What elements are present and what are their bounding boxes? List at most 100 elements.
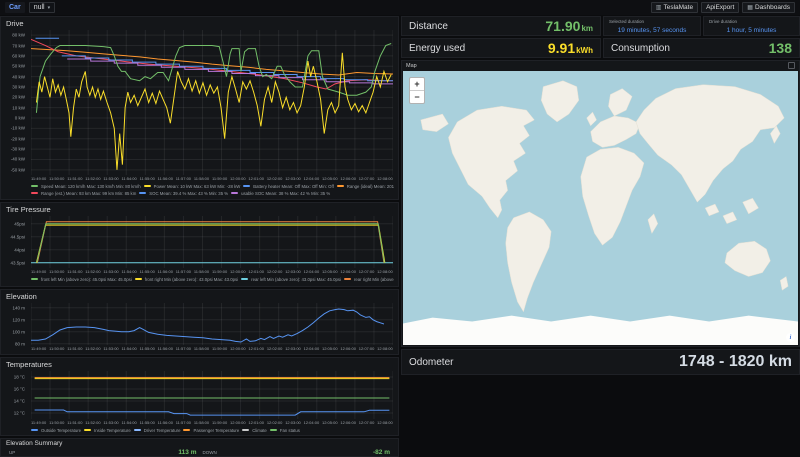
y-axis-label: 30 kW [12,84,25,89]
x-axis-label: 11:52:00 [85,346,100,352]
legend-label[interactable]: Driver Temperature [144,428,181,433]
x-axis-label: 12:02:00 [267,269,283,275]
x-axis-label: 11:57:00 [176,420,191,426]
distance-panel: Distance 71.90km [401,16,601,36]
elevation-plot[interactable] [31,303,393,345]
y-axis-label: 80 kW [12,33,25,38]
drive-panel-title[interactable]: Drive [1,17,398,29]
x-axis-label: 11:59:00 [212,420,227,426]
map-canvas[interactable]: + − i [403,71,798,345]
teslamate-icon: ▥ [656,4,662,11]
legend-label[interactable]: Range (est.) Mean: 93 km Max: 99 km Min:… [41,191,136,196]
temperatures-plot[interactable] [31,371,393,419]
odometer-title[interactable]: Odometer [409,357,453,368]
temperatures-panel-title[interactable]: Temperatures [1,358,398,370]
drive-x-axis: 11:49:0011:50:0011:51:0011:52:0011:53:00… [31,176,393,182]
x-axis-label: 12:05:00 [322,176,338,182]
x-axis-label: 11:53:00 [103,420,118,426]
drive-plot[interactable] [31,30,393,175]
legend-label[interactable]: Speed Mean: 120 km/h Max: 130 km/h Min: … [41,184,141,189]
zoom-in-button[interactable]: + [410,78,424,90]
elevation-down-value: -82 m [373,449,390,456]
elevation-summary-title[interactable]: Elevation Summary [1,439,398,448]
distance-title[interactable]: Distance [409,21,448,32]
tire-x-axis: 11:49:0011:50:0011:51:0011:52:0011:53:00… [31,269,393,275]
legend-label[interactable]: Power Mean: 10 kW Max: 63 kW Min: -28 kW [154,184,241,189]
teslamate-link-label: TeslaMate [663,4,693,11]
legend-label[interactable]: Passenger Temperature [193,428,239,433]
x-axis-label: 11:57:00 [176,346,191,352]
x-axis-label: 11:49:00 [31,420,46,426]
map-panel-title[interactable]: Map [406,63,417,69]
x-axis-label: 11:52:00 [85,176,100,182]
legend-label[interactable]: rear right Min (above zero): 45.0psi Max… [354,277,394,282]
series-line-front-right [36,225,384,263]
tire-pressure-chart: 45psi44.5psi44psi43.5psi [31,216,393,268]
consumption-title[interactable]: Consumption [611,43,670,54]
series-line-front-left [37,224,385,263]
legend-label[interactable]: Battery heater Mean: Off Max: Off Min: O… [253,184,333,189]
panel-menu-icon[interactable] [788,62,795,69]
legend-label[interactable]: usable SOC Mean: 38 % Max: 42 % Min: 35 … [241,191,330,196]
apiexport-link-button[interactable]: ApiExport [701,2,739,13]
map-attribution-icon[interactable]: i [786,333,795,342]
x-axis-label: 11:52:00 [85,420,100,426]
legend-marker [242,429,249,431]
x-axis-label: 12:02:00 [267,176,283,182]
energy-used-title[interactable]: Energy used [409,43,465,54]
legend-label[interactable]: Fan status [280,428,300,433]
elevation-summary-values: UP 113 m DOWN -82 m [1,448,398,457]
dashboards-link-button[interactable]: ▦ Dashboards [742,2,795,13]
tire-plot[interactable] [31,216,393,268]
legend-label[interactable]: rear left Min (above zero): 43.0psi Max:… [251,277,341,282]
y-axis-label: 12 °C [14,411,25,416]
dashboards-link-label: Dashboards [755,4,790,11]
elevation-panel-title[interactable]: Elevation [1,290,398,302]
x-axis-label: 12:02:00 [267,420,283,426]
legend-label[interactable]: Inside Temperature [94,428,131,433]
consumption-panel: Consumption 138 [603,38,800,58]
x-axis-label: 12:08:00 [377,420,393,426]
legend-marker [183,429,190,431]
x-axis-label: 11:56:00 [158,346,173,352]
x-axis-label: 12:03:00 [285,176,301,182]
x-axis-label: 12:08:00 [377,269,393,275]
drive-legend-row-1: Speed Mean: 120 km/h Max: 130 km/h Min: … [31,183,394,189]
x-axis-label: 11:55:00 [140,176,155,182]
tire-pressure-panel-title[interactable]: Tire Pressure [1,203,398,215]
x-axis-label: 11:53:00 [103,176,118,182]
elevation-up-label: UP [9,450,15,455]
energy-used-panel: Energy used 9.91kWh [401,38,601,58]
x-axis-label: 12:04:00 [304,346,320,352]
x-axis-label: 11:53:00 [103,269,118,275]
legend-label[interactable]: SOC Mean: 39.4 % Max: 43 % Min: 35 % [149,191,228,196]
legend-marker [139,192,146,194]
x-axis-label: 11:59:00 [212,346,227,352]
x-axis-label: 11:58:00 [194,176,209,182]
legend-label[interactable]: Outside Temperature [41,428,81,433]
legend-label[interactable]: Range (ideal) Mean: 201 km Max: 233 km M… [347,184,394,189]
x-axis-label: 11:54:00 [121,269,136,275]
y-axis-label: 44psi [14,247,25,252]
y-axis-label: -20 kW [11,136,25,141]
legend-marker [344,278,351,280]
legend-label[interactable]: Climate [252,428,267,433]
dashboards-icon: ▦ [747,4,753,11]
elevation-y-axis: 140 m120 m100 m80 m [1,303,28,345]
x-axis-label: 12:00:00 [230,269,246,275]
teslamate-link-button[interactable]: ▥ TeslaMate [651,2,698,13]
x-axis-label: 11:52:00 [85,269,100,275]
temperatures-chart: 18 °C16 °C14 °C12 °C [31,371,393,419]
selected-duration-value: 19 minutes, 57 seconds [609,27,695,34]
legend-marker [134,429,141,431]
dashboard-links: ▥ TeslaMate ApiExport ▦ Dashboards [651,2,795,13]
zoom-out-button[interactable]: − [410,90,424,103]
car-variable-dropdown[interactable]: null ▾ [29,2,55,13]
legend-label[interactable]: front right Min (above zero): 43.0psi Ma… [145,277,238,282]
x-axis-label: 12:03:00 [285,269,301,275]
x-axis-label: 11:51:00 [67,346,82,352]
x-axis-label: 12:06:00 [340,176,356,182]
x-axis-label: 12:07:00 [359,346,375,352]
x-axis-label: 12:07:00 [359,176,375,182]
legend-label[interactable]: front left Min (above zero): 45.0psi Max… [41,277,132,282]
